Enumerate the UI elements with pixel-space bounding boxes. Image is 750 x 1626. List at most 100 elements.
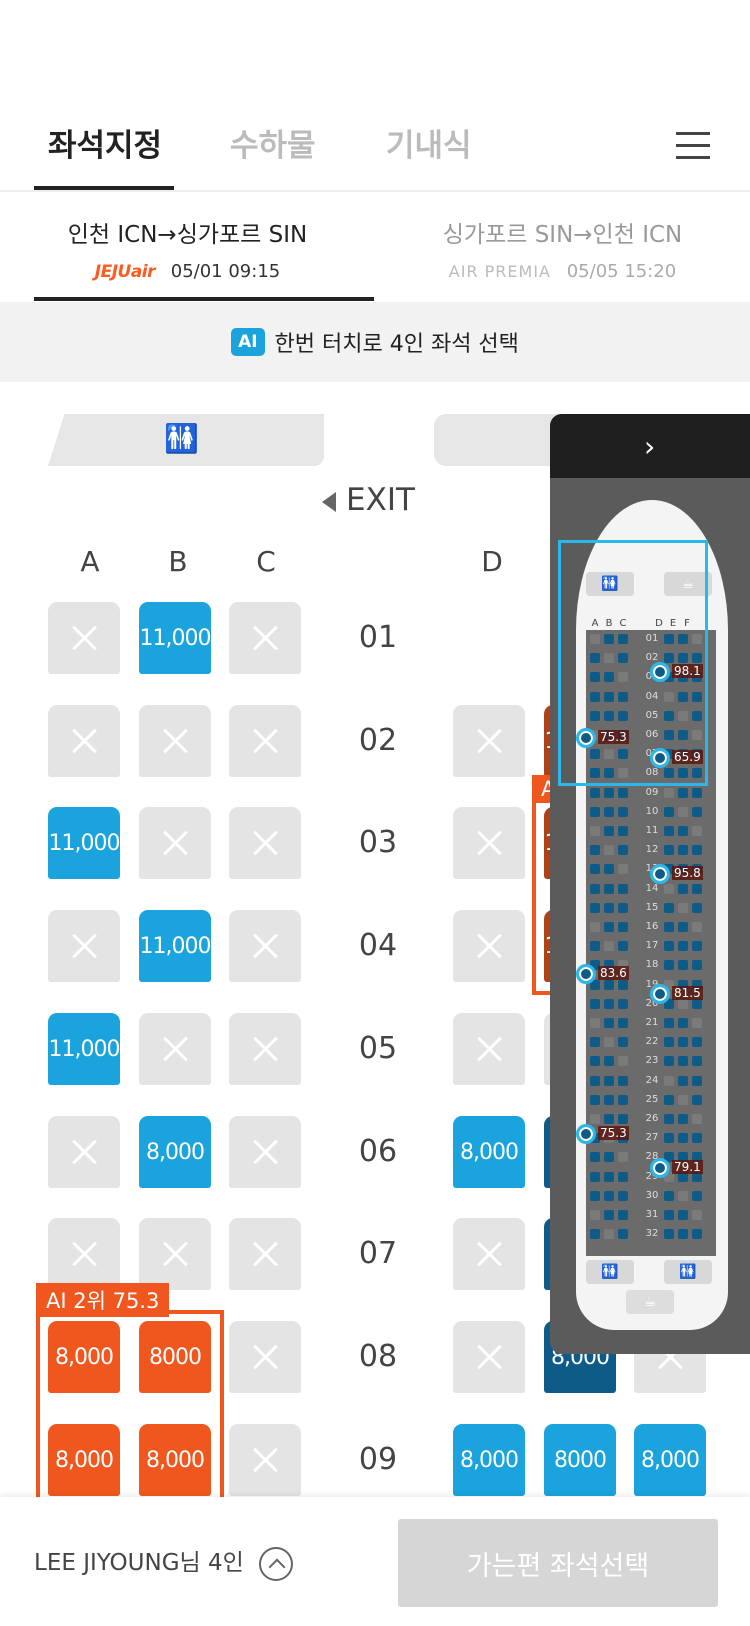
mini-seat bbox=[590, 1190, 600, 1201]
column-letter: B bbox=[168, 545, 188, 578]
unavailable-icon bbox=[251, 727, 279, 755]
mini-seat bbox=[618, 1018, 628, 1028]
mini-seat bbox=[618, 1229, 628, 1240]
column-letter: D bbox=[481, 545, 503, 578]
route-tab-return[interactable]: 싱가포르 SIN→인천 ICN AIR PREMIA 05/05 15:20 bbox=[375, 215, 750, 282]
seat-09D[interactable]: 8,000 bbox=[453, 1424, 525, 1496]
seat-02D bbox=[453, 705, 525, 777]
seat-07D bbox=[453, 1218, 525, 1290]
seat-05B bbox=[139, 1013, 211, 1085]
mini-seat bbox=[604, 864, 614, 875]
airline-logo: AIR PREMIA bbox=[448, 262, 551, 281]
mini-seat bbox=[678, 883, 688, 894]
mini-seat bbox=[678, 922, 688, 932]
mini-seat bbox=[692, 1037, 702, 1048]
seat-09E[interactable]: 8000 bbox=[544, 1424, 616, 1496]
mini-seat bbox=[678, 1210, 688, 1220]
tab-meal[interactable]: 기내식 bbox=[386, 120, 472, 165]
mini-seat bbox=[618, 864, 628, 875]
route-datetime: 05/01 09:15 bbox=[170, 261, 281, 282]
ai-seat-banner[interactable]: AI 한번 터치로 4인 좌석 선택 bbox=[0, 302, 750, 382]
ai-score: 98.1 bbox=[672, 664, 703, 678]
mini-row-number: 27 bbox=[645, 1132, 659, 1144]
seat-06D[interactable]: 8,000 bbox=[453, 1116, 525, 1188]
mini-seat bbox=[692, 1075, 702, 1086]
tab-baggage[interactable]: 수하물 bbox=[230, 120, 316, 165]
mini-seat bbox=[692, 960, 702, 971]
seat-price: 8,000 bbox=[641, 1447, 700, 1473]
seat-05A[interactable]: 11,000 bbox=[48, 1013, 120, 1085]
mini-seat bbox=[590, 1229, 600, 1240]
mini-seat bbox=[678, 826, 688, 836]
mini-seat bbox=[692, 1094, 702, 1105]
ai-pin-icon[interactable] bbox=[576, 964, 596, 984]
mini-row-number: 14 bbox=[645, 882, 659, 894]
mini-seat bbox=[664, 1133, 674, 1144]
seat-price: 8,000 bbox=[146, 1139, 205, 1165]
mini-row-number: 23 bbox=[645, 1055, 659, 1067]
route-info: AIR PREMIA 05/05 15:20 bbox=[375, 261, 750, 282]
mini-seat bbox=[678, 787, 688, 798]
mini-seat bbox=[664, 1075, 674, 1086]
unavailable-icon bbox=[161, 727, 189, 755]
ai-recommend-box[interactable] bbox=[36, 1310, 224, 1510]
ai-pin-icon[interactable] bbox=[576, 1124, 596, 1144]
route-info: JEJUair 05/01 09:15 bbox=[0, 261, 375, 282]
seat-04B[interactable]: 11,000 bbox=[139, 910, 211, 982]
unavailable-icon bbox=[70, 727, 98, 755]
unavailable-icon bbox=[70, 1138, 98, 1166]
mini-seat bbox=[678, 941, 688, 952]
route-tab-outbound[interactable]: 인천 ICN→싱가포르 SIN JEJUair 05/01 09:15 bbox=[0, 215, 375, 282]
seat-03A[interactable]: 11,000 bbox=[48, 807, 120, 879]
ai-pin-icon[interactable] bbox=[650, 984, 670, 1004]
seat-minimap[interactable]: › 🚻 ☕ ABCDEF 010203040506070809101112131… bbox=[550, 414, 750, 1354]
hamburger-menu-icon[interactable] bbox=[676, 132, 710, 160]
ai-pin-icon[interactable] bbox=[576, 728, 596, 748]
unavailable-icon bbox=[475, 932, 503, 960]
ai-recommend-label: AI 2위 75.3 bbox=[36, 1283, 170, 1317]
ai-pin-icon[interactable] bbox=[650, 748, 670, 768]
mini-seat bbox=[604, 1018, 614, 1028]
mini-seat bbox=[590, 806, 600, 817]
mini-lavatory-icon: 🚻 bbox=[586, 1260, 634, 1284]
confirm-seat-button[interactable]: 가는편 좌석선택 bbox=[398, 1519, 718, 1607]
seat-01C bbox=[229, 602, 301, 674]
unavailable-icon bbox=[251, 932, 279, 960]
mini-seat bbox=[618, 1210, 628, 1220]
chevron-up-icon[interactable] bbox=[259, 1546, 294, 1581]
seat-09F[interactable]: 8,000 bbox=[634, 1424, 706, 1496]
mini-seat bbox=[664, 1229, 674, 1240]
seat-06C bbox=[229, 1116, 301, 1188]
mini-row-number: 09 bbox=[645, 786, 659, 798]
chevron-right-icon[interactable]: › bbox=[644, 430, 655, 463]
passenger-label: LEE JIYOUNG님 4인 bbox=[34, 1550, 244, 1576]
seat-04D bbox=[453, 910, 525, 982]
mini-seat bbox=[590, 1171, 600, 1182]
row-number: 02 bbox=[358, 723, 398, 758]
mini-seat bbox=[590, 1075, 600, 1086]
mini-seat bbox=[590, 845, 600, 856]
minimap-header[interactable]: › bbox=[550, 414, 750, 478]
mini-seat bbox=[664, 787, 674, 798]
mini-seat bbox=[604, 1075, 614, 1086]
mini-seat bbox=[604, 883, 614, 894]
row-number: 08 bbox=[358, 1339, 398, 1374]
passenger-summary[interactable]: LEE JIYOUNG님 4인 bbox=[34, 1543, 294, 1581]
mini-seat bbox=[604, 806, 614, 817]
seat-price: 11,000 bbox=[139, 625, 212, 651]
mini-seat bbox=[618, 787, 628, 798]
tab-seat[interactable]: 좌석지정 bbox=[48, 120, 162, 165]
mini-seat bbox=[664, 1210, 674, 1220]
unavailable-icon bbox=[251, 624, 279, 652]
ai-pin-icon[interactable] bbox=[650, 1158, 670, 1178]
unavailable-icon bbox=[70, 1240, 98, 1268]
mini-seat bbox=[678, 1190, 688, 1201]
ai-pin-icon[interactable] bbox=[650, 864, 670, 884]
seat-01B[interactable]: 11,000 bbox=[139, 602, 211, 674]
seat-03B bbox=[139, 807, 211, 879]
seat-06B[interactable]: 8,000 bbox=[139, 1116, 211, 1188]
mini-seat bbox=[618, 941, 628, 952]
ai-pin-icon[interactable] bbox=[650, 662, 670, 682]
exit-label: EXIT bbox=[322, 482, 415, 518]
unavailable-icon bbox=[251, 1446, 279, 1474]
